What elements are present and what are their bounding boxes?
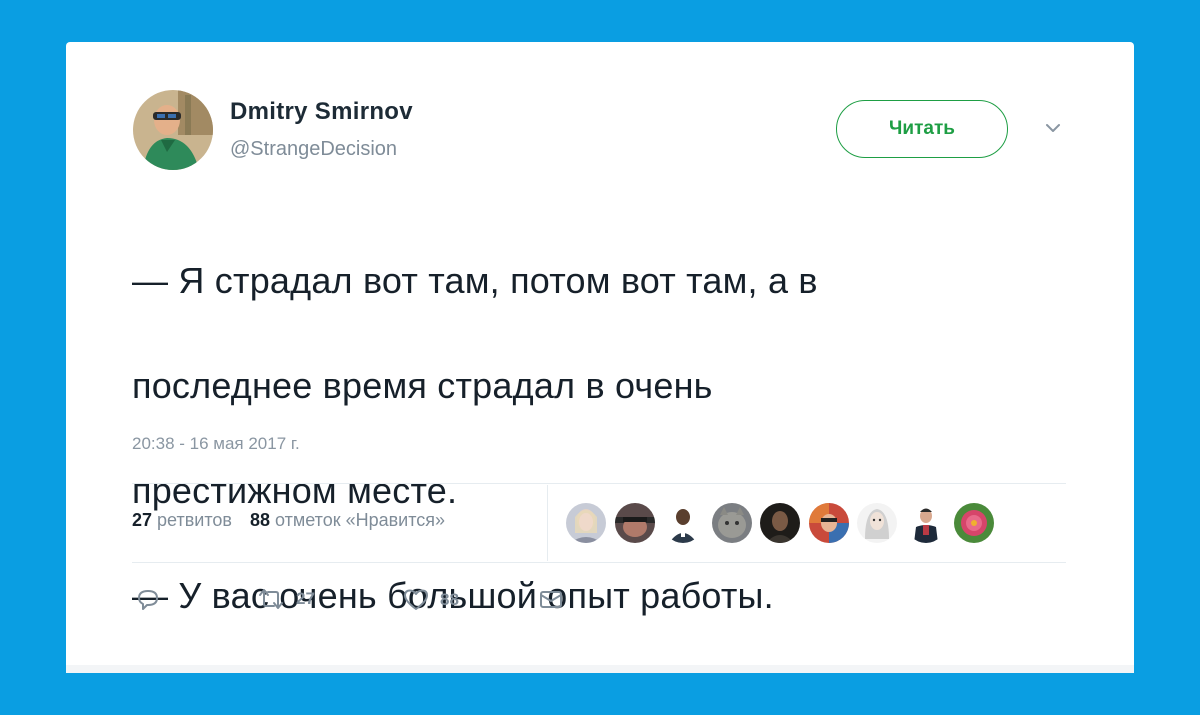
author-handle[interactable]: @StrangeDecision <box>230 138 397 161</box>
liker-avatar[interactable] <box>711 503 752 543</box>
retweet-icon <box>256 587 286 611</box>
retweets-stat[interactable]: 27 ретвитов <box>132 510 232 530</box>
tweet-text-line: — Я страдал вот там, потом вот там, а в <box>132 259 818 301</box>
retweets-label: ретвитов <box>157 510 232 530</box>
liker-avatar[interactable] <box>857 503 897 543</box>
retweet-button[interactable]: 27 <box>256 587 315 611</box>
liker-avatars <box>566 503 1003 543</box>
reply-button[interactable] <box>135 587 161 613</box>
card-footer-strip <box>66 665 1134 673</box>
tweet-card: Dmitry Smirnov @StrangeDecision Читать —… <box>66 42 1134 673</box>
likes-stat[interactable]: 88 отметок «Нравится» <box>250 510 445 530</box>
like-count: 88 <box>440 590 459 609</box>
liker-avatar[interactable] <box>954 503 994 543</box>
tweet-timestamp[interactable]: 20:38 - 16 мая 2017 г. <box>132 434 300 454</box>
likes-label: отметок «Нравится» <box>275 510 446 530</box>
liker-avatar[interactable] <box>663 503 703 543</box>
divider <box>132 562 1066 563</box>
liker-avatar[interactable] <box>566 503 606 543</box>
liker-avatar[interactable] <box>808 503 849 543</box>
liker-avatar[interactable] <box>760 503 800 543</box>
retweet-count: 27 <box>296 589 315 608</box>
divider <box>132 483 1066 484</box>
author-name[interactable]: Dmitry Smirnov <box>230 98 413 126</box>
envelope-icon <box>537 587 565 613</box>
engagement-stats: 27 ретвитов 88 отметок «Нравится» <box>132 510 445 531</box>
likes-count: 88 <box>249 510 270 530</box>
direct-message-button[interactable] <box>537 587 565 613</box>
retweets-count: 27 <box>132 510 153 530</box>
stats-divider <box>547 485 548 561</box>
like-button[interactable]: 88 <box>402 587 459 613</box>
reply-icon <box>135 587 161 613</box>
follow-button[interactable]: Читать <box>836 100 1008 158</box>
tweet-text-line: последнее время страдал в очень <box>132 364 713 406</box>
liker-avatar[interactable] <box>614 503 655 543</box>
chevron-down-icon[interactable] <box>1042 122 1064 136</box>
liker-avatar[interactable] <box>905 503 946 543</box>
author-avatar[interactable] <box>133 90 213 170</box>
heart-icon <box>402 587 430 613</box>
